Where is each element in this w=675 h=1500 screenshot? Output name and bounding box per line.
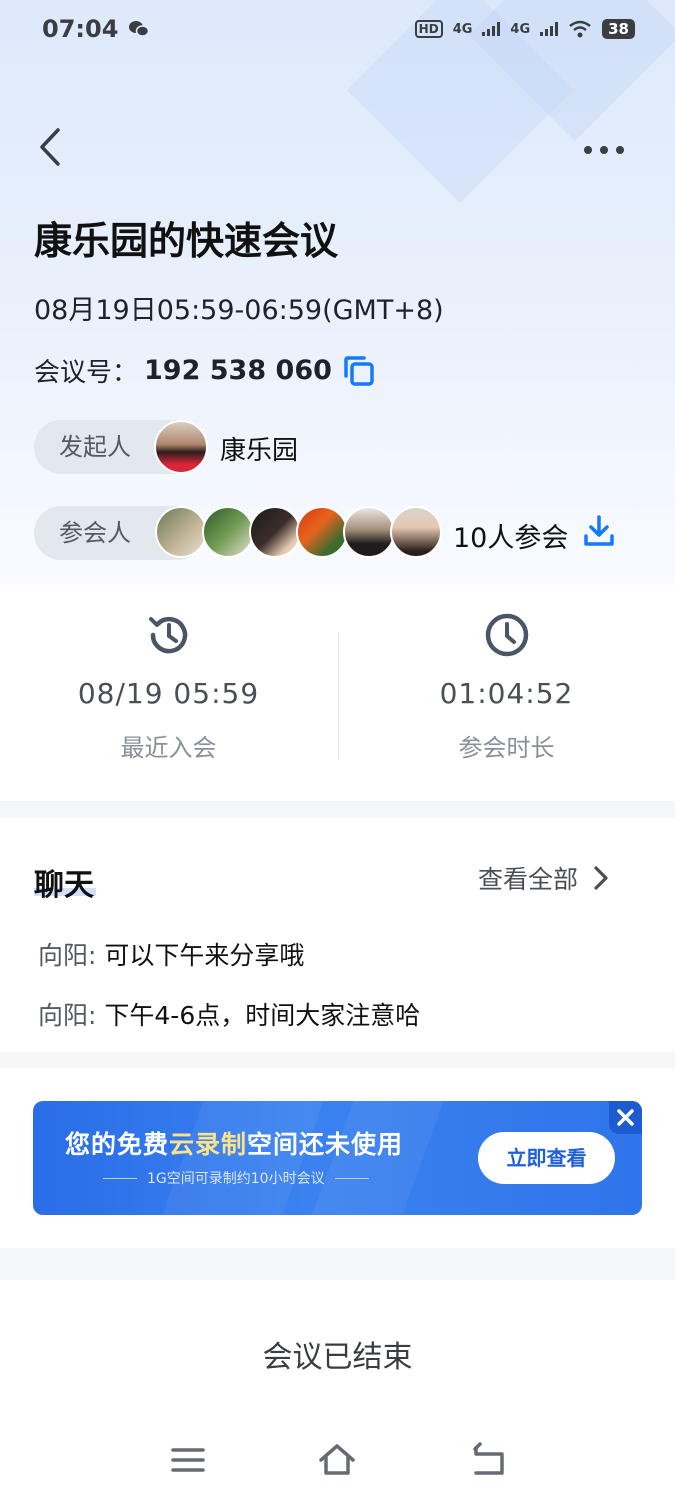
last-join-stat: 08/19 05:59 最近入会 — [0, 585, 337, 801]
more-options-icon[interactable] — [582, 138, 626, 162]
network-4g-label: 4G — [452, 21, 473, 37]
promo-section: 您的免费云录制空间还未使用 1G空间可录制约10小时会议 立即查看 — [0, 1068, 675, 1248]
cloud-recording-banner[interactable]: 您的免费云录制空间还未使用 1G空间可录制约10小时会议 立即查看 — [33, 1101, 642, 1215]
banner-title: 您的免费云录制空间还未使用 — [65, 1125, 403, 1161]
clock-icon — [485, 613, 528, 657]
attendee-avatar[interactable] — [390, 506, 442, 558]
banner-title-highlight: 云录制 — [169, 1130, 248, 1159]
duration-label: 参会时长 — [458, 734, 555, 762]
attendee-avatar[interactable] — [155, 506, 207, 558]
last-join-label: 最近入会 — [120, 734, 217, 762]
chat-message: 向阳: 下午4-6点，时间大家注意哈 — [38, 996, 420, 1032]
back-arrow-icon[interactable] — [30, 122, 70, 172]
chat-title: 聊天 — [34, 868, 94, 903]
host-name: 康乐园 — [220, 436, 299, 466]
close-icon — [617, 1109, 634, 1126]
view-now-button[interactable]: 立即查看 — [478, 1132, 615, 1184]
menu-icon[interactable] — [168, 1440, 208, 1480]
banner-subtitle-text: 1G空间可录制约10小时会议 — [147, 1171, 325, 1187]
duration-value: 01:04:52 — [439, 677, 574, 710]
view-all-label: 查看全部 — [478, 865, 579, 894]
attendee-avatar[interactable] — [343, 506, 395, 558]
meeting-ended-status: 会议已结束 — [262, 1340, 413, 1375]
status-bar: 07:04 HD 4G 4G 38 — [0, 0, 675, 58]
copy-icon[interactable] — [342, 354, 376, 388]
chevron-right-icon — [594, 866, 608, 890]
attendee-avatar[interactable] — [202, 506, 254, 558]
duration-stat: 01:04:52 参会时长 — [338, 585, 675, 801]
attendee-count[interactable]: 10人参会 — [453, 516, 568, 555]
chat-message: 向阳: 可以下午来分享哦 — [38, 936, 304, 972]
meeting-id-value: 192 538 060 — [144, 355, 332, 386]
chat-section: 聊天 查看全部 向阳: 可以下午来分享哦 向阳: 下午4-6点，时间大家注意哈 — [0, 818, 675, 1052]
meeting-title: 康乐园的快速会议 — [34, 219, 339, 263]
attendee-avatar[interactable] — [249, 506, 301, 558]
message-text: 下午4-6点，时间大家注意哈 — [104, 1001, 421, 1030]
wifi-icon — [569, 20, 591, 38]
banner-title-part: 空间还未使用 — [247, 1130, 404, 1159]
banner-title-part: 您的免费 — [65, 1130, 170, 1159]
message-text: 可以下午来分享哦 — [104, 941, 305, 970]
history-clock-icon — [148, 616, 187, 654]
meeting-time-range: 08月19日05:59-06:59(GMT+8) — [34, 295, 444, 326]
banner-subtitle: 1G空间可录制约10小时会议 — [103, 1168, 369, 1188]
home-icon[interactable] — [317, 1440, 357, 1480]
message-sender: 向阳: — [38, 941, 97, 970]
host-avatar — [154, 420, 208, 474]
stats-divider — [338, 632, 339, 760]
signal-icon — [482, 22, 501, 36]
meeting-id-row: 会议号： 192 538 060 — [34, 352, 376, 389]
message-sender: 向阳: — [38, 1001, 97, 1030]
signal-icon — [540, 22, 559, 36]
status-time: 07:04 — [42, 15, 119, 43]
hd-icon: HD — [414, 20, 443, 38]
banner-close-button[interactable] — [609, 1101, 642, 1134]
back-nav-icon[interactable] — [468, 1440, 508, 1480]
network-4g-label: 4G — [510, 21, 531, 37]
download-icon[interactable] — [583, 514, 615, 548]
last-join-time: 08/19 05:59 — [77, 677, 260, 710]
view-all-button[interactable]: 查看全部 — [478, 860, 610, 896]
wechat-icon — [129, 21, 150, 37]
header-area: 07:04 HD 4G 4G 38 康乐园的快速会议 08月19日05:59-0… — [0, 0, 675, 585]
attendee-avatar[interactable] — [296, 506, 348, 558]
meeting-id-label: 会议号： — [34, 358, 139, 388]
battery-indicator: 38 — [602, 19, 635, 39]
